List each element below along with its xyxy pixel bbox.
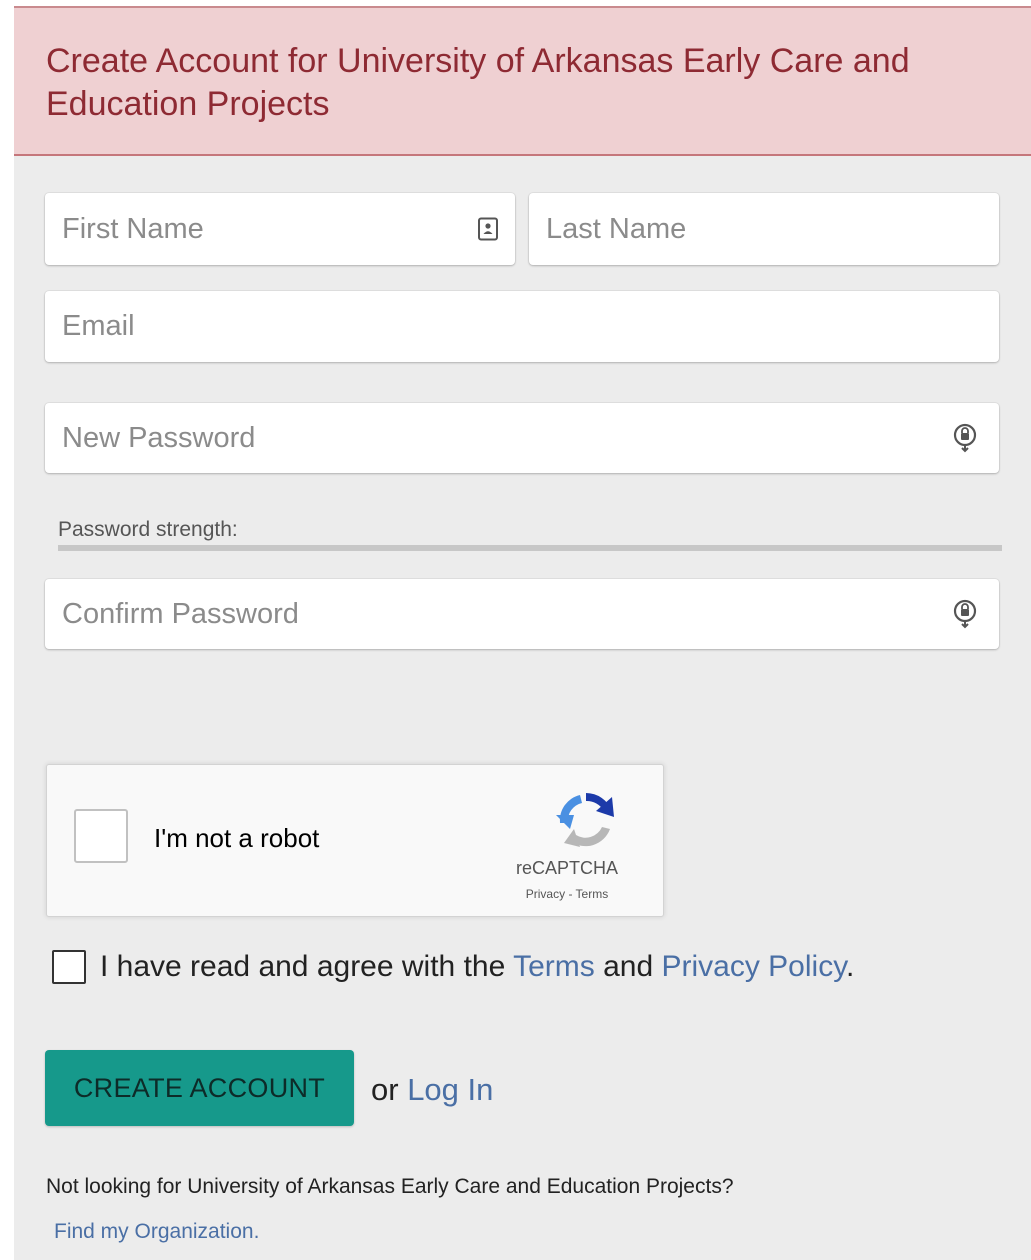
- terms-agree-checkbox[interactable]: [52, 950, 86, 984]
- create-account-button[interactable]: CREATE ACCOUNT: [45, 1050, 354, 1126]
- last-name-field-wrapper: [529, 193, 999, 265]
- first-name-input[interactable]: [45, 193, 515, 265]
- login-link[interactable]: Log In: [407, 1072, 493, 1107]
- terms-link[interactable]: Terms: [513, 950, 595, 983]
- page-title: Create Account for University of Arkansa…: [46, 42, 910, 123]
- password-strength-label: Password strength:: [58, 518, 238, 541]
- password-strength-bar: [58, 545, 1002, 551]
- recaptcha-label: I'm not a robot: [154, 823, 320, 853]
- last-name-input[interactable]: [529, 193, 999, 265]
- recaptcha-brand: reCAPTCHA: [515, 858, 618, 878]
- header: Create Account for University of Arkansa…: [14, 6, 1031, 156]
- new-password-field-wrapper: [45, 403, 999, 473]
- recaptcha-logo-icon: [550, 785, 622, 857]
- confirm-password-input[interactable]: [45, 579, 999, 649]
- recaptcha-widget: I'm not a robot reCAPTCHA Privacy - Term…: [46, 764, 664, 917]
- new-password-input[interactable]: [45, 403, 999, 473]
- agreement-suffix: .: [845, 950, 855, 983]
- confirm-password-field-wrapper: [45, 579, 999, 649]
- or-text: or: [371, 1072, 408, 1107]
- first-name-field-wrapper: [45, 193, 515, 265]
- find-organization-link[interactable]: Find my Organization.: [54, 1220, 259, 1244]
- agreement-prefix: I have read and agree with the: [100, 950, 514, 983]
- terms-agreement-row: I have read and agree with the Terms and…: [52, 950, 854, 984]
- agreement-middle: and: [594, 950, 662, 983]
- email-input[interactable]: [45, 291, 999, 362]
- email-field-wrapper: [45, 291, 999, 362]
- or-login-text: or Log In: [371, 1072, 493, 1108]
- signup-panel: Create Account for University of Arkansa…: [14, 6, 1031, 1260]
- terms-agreement-text: I have read and agree with the Terms and…: [100, 950, 854, 984]
- privacy-policy-link[interactable]: Privacy Policy: [661, 950, 845, 983]
- contact-card-icon[interactable]: [474, 215, 502, 243]
- recaptcha-checkbox[interactable]: [74, 809, 128, 863]
- not-looking-text: Not looking for University of Arkansas E…: [46, 1175, 734, 1198]
- password-key-icon[interactable]: [951, 599, 979, 629]
- recaptcha-privacy-terms[interactable]: Privacy - Terms: [487, 887, 647, 901]
- password-key-icon[interactable]: [951, 423, 979, 453]
